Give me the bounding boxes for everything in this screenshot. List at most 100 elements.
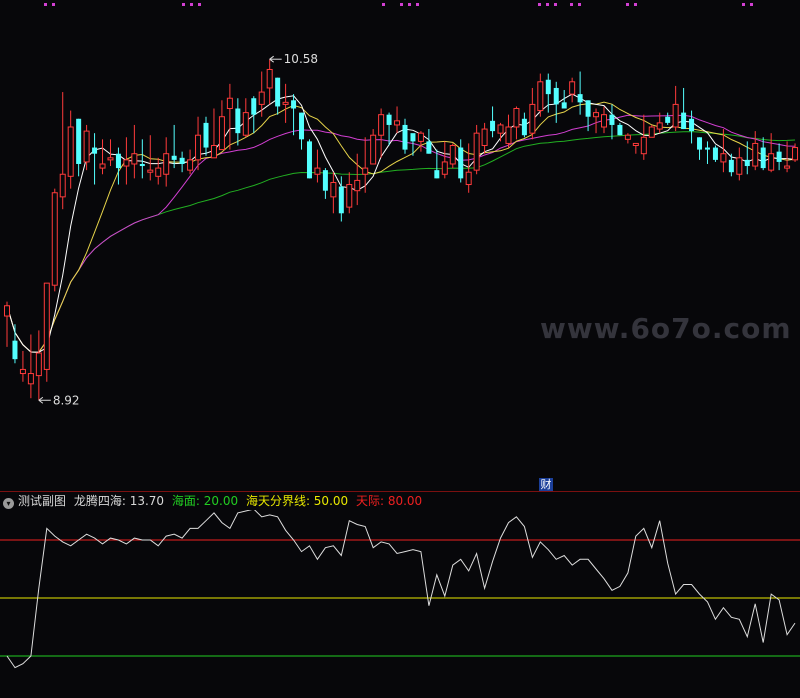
candle-body <box>672 103 679 128</box>
candle <box>226 83 233 150</box>
top-marker <box>182 3 185 6</box>
candle <box>672 85 679 132</box>
candle <box>569 77 576 103</box>
candle-body <box>529 103 536 134</box>
candle-body <box>481 128 488 146</box>
candle-body <box>195 134 202 161</box>
top-marker <box>570 3 573 6</box>
collapse-icon[interactable]: ▾ <box>3 498 14 509</box>
candle <box>251 96 257 134</box>
candle <box>609 104 615 140</box>
candle <box>76 118 82 177</box>
candle-body <box>609 114 615 125</box>
candle-body <box>83 130 90 163</box>
candle <box>59 92 66 210</box>
candle <box>458 139 464 183</box>
candle <box>115 147 121 185</box>
candle-body <box>585 100 591 117</box>
candle-body <box>792 147 799 161</box>
candle-body <box>210 144 217 159</box>
indicator-title[interactable]: 测试副图 <box>18 494 66 508</box>
candle-body <box>218 116 225 151</box>
candle-body <box>291 100 297 109</box>
candle-body <box>784 165 791 169</box>
candle-body <box>99 163 106 169</box>
top-marker <box>382 3 385 6</box>
main-value-label: 龙腾四海: 13.70 <box>73 494 165 508</box>
candle-body <box>242 112 249 136</box>
candle-body <box>251 98 257 115</box>
candle-body <box>386 114 392 125</box>
indicator-chart <box>0 510 800 669</box>
candle <box>648 124 655 138</box>
candle <box>505 114 512 148</box>
candle-body <box>187 159 194 171</box>
candle-body <box>537 81 544 112</box>
candle <box>155 157 162 185</box>
top-marker <box>538 3 541 6</box>
candle <box>481 122 488 154</box>
finance-badge[interactable]: 财 <box>539 478 553 492</box>
candle-body <box>275 77 281 107</box>
candle-body <box>35 352 42 377</box>
candle <box>378 108 385 158</box>
candle <box>736 147 743 181</box>
candle-body <box>258 91 265 105</box>
top-marker <box>416 3 419 6</box>
candle <box>441 141 448 179</box>
candle-body <box>43 282 50 370</box>
candle-body <box>441 161 448 175</box>
candle <box>497 122 504 142</box>
candle <box>179 151 185 173</box>
top-marker <box>190 3 193 6</box>
candle <box>266 59 273 105</box>
candle-body <box>107 157 114 161</box>
indicator-line <box>6 510 796 669</box>
candle <box>632 142 639 154</box>
candle <box>99 139 106 175</box>
candle-body <box>458 147 464 179</box>
candle <box>67 110 74 189</box>
candle <box>203 116 209 156</box>
candle-body <box>760 147 766 169</box>
top-marker <box>578 3 581 6</box>
candle-body <box>235 108 241 134</box>
candle-body <box>338 186 344 214</box>
candle-body <box>434 170 440 179</box>
candle <box>370 129 377 165</box>
top-marker <box>52 3 55 6</box>
candle <box>473 124 480 175</box>
candle-body <box>322 170 328 191</box>
indicator-path <box>6 510 796 669</box>
candle-body <box>171 155 177 160</box>
candle <box>123 137 130 185</box>
candle-body <box>354 179 361 192</box>
candle <box>19 350 26 382</box>
candle <box>449 143 456 169</box>
candle-body <box>51 192 58 286</box>
candle-body <box>553 87 559 105</box>
candle-body <box>744 159 750 167</box>
candle-body <box>394 120 401 126</box>
candle-body <box>4 305 10 317</box>
candle <box>187 149 194 175</box>
candle-body <box>123 159 130 167</box>
candle-body <box>306 141 312 179</box>
candle-body <box>768 153 775 171</box>
candle-body <box>505 126 512 144</box>
candle-body <box>203 122 209 148</box>
candle <box>314 149 321 183</box>
divider-label: 海天分界线: 50.00 <box>245 494 349 508</box>
candle-body <box>632 142 639 146</box>
candle-body <box>697 137 703 150</box>
candles <box>4 59 799 401</box>
candle-body <box>19 368 26 375</box>
candle <box>306 139 312 179</box>
candle-body <box>513 108 520 128</box>
candle-body <box>736 157 743 175</box>
candle-body <box>577 94 583 103</box>
top-marker <box>546 3 549 6</box>
candle <box>139 139 145 179</box>
sea-label: 海面: 20.00 <box>171 494 239 508</box>
candle-body <box>410 133 416 142</box>
